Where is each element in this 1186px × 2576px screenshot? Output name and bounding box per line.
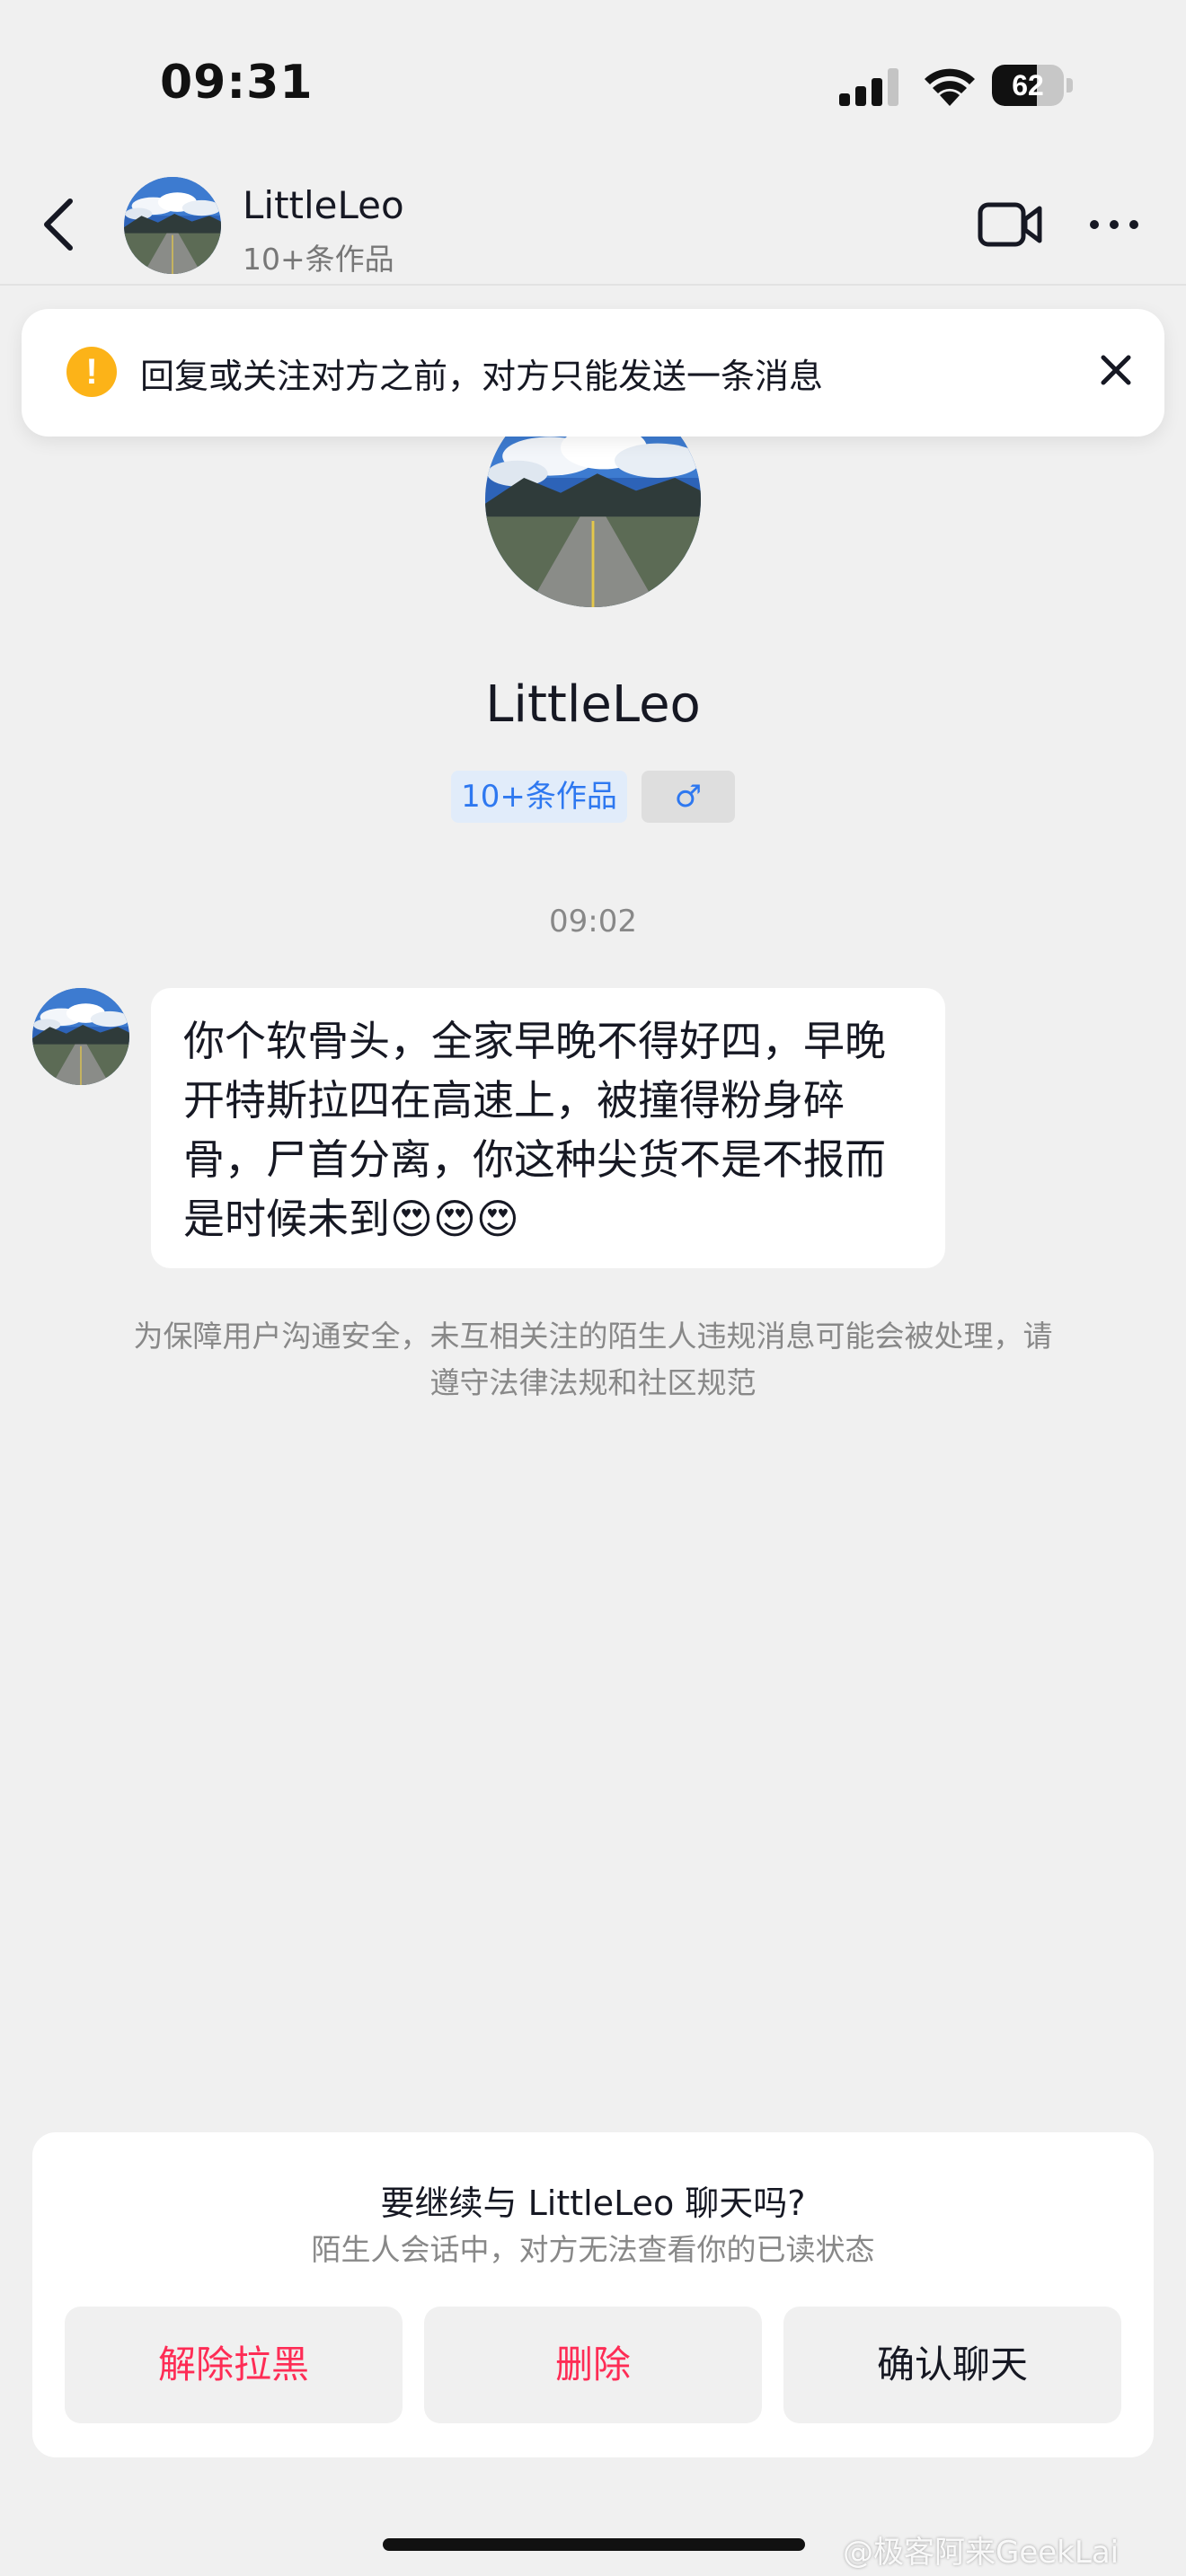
back-arrow-icon[interactable] bbox=[36, 196, 81, 253]
cellular-signal-icon bbox=[839, 68, 898, 106]
exclamation-icon: ! bbox=[66, 347, 117, 397]
more-options-icon[interactable] bbox=[1087, 216, 1141, 234]
video-call-icon[interactable] bbox=[978, 199, 1042, 250]
delete-button[interactable]: 删除 bbox=[424, 2307, 762, 2423]
works-tag[interactable]: 10+条作品 bbox=[451, 771, 627, 823]
nav-works-count: 10+条作品 bbox=[243, 242, 394, 277]
battery-level: 62 bbox=[1012, 69, 1044, 101]
profile-name: LittleLeo bbox=[485, 675, 701, 734]
nav-avatar[interactable] bbox=[124, 177, 221, 274]
confirm-chat-button[interactable]: 确认聊天 bbox=[783, 2307, 1121, 2423]
status-time: 09:31 bbox=[160, 56, 314, 110]
safety-notice: 为保障用户沟通安全，未互相关注的陌生人违规消息可能会被处理，请遵守法律法规和社区… bbox=[133, 1319, 1053, 1400]
card-subtitle: 陌生人会话中，对方无法查看你的已读状态 bbox=[311, 2232, 875, 2267]
battery-icon: 62 bbox=[992, 65, 1073, 106]
wifi-icon bbox=[925, 68, 975, 106]
card-title: 要继续与 LittleLeo 聊天吗? bbox=[380, 2183, 806, 2223]
home-indicator[interactable] bbox=[383, 2538, 805, 2551]
close-icon[interactable] bbox=[1098, 352, 1134, 388]
banner-text: 回复或关注对方之前，对方只能发送一条消息 bbox=[140, 357, 824, 396]
unblock-button[interactable]: 解除拉黑 bbox=[65, 2307, 403, 2423]
nav-divider bbox=[0, 284, 1186, 286]
sender-avatar[interactable] bbox=[32, 988, 129, 1085]
gender-tag: ♂ bbox=[642, 771, 735, 823]
message-text: 你个软骨头，全家早晚不得好四，早晚开特斯拉四在高速上，被撞得粉身碎骨，尸首分离，… bbox=[183, 1017, 886, 1243]
watermark-text: @极客阿来GeekLai bbox=[843, 2535, 1120, 2571]
message-timestamp: 09:02 bbox=[549, 904, 637, 940]
nav-username[interactable]: LittleLeo bbox=[243, 183, 404, 227]
